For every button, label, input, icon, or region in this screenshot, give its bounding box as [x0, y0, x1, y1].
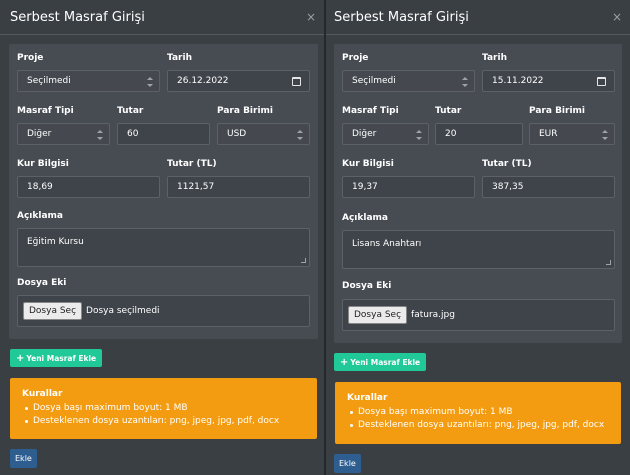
description-value: Eğitim Kursu [27, 237, 84, 247]
file-name: Dosya seçilmedi [86, 306, 160, 316]
rules-title: Kurallar [22, 389, 63, 399]
select-caret-icon [462, 77, 468, 87]
new-expense-button[interactable]: + Yeni Masraf Ekle [334, 353, 427, 371]
rule-item: Dosya başı maximum boyut: 1 MB [25, 402, 317, 415]
resize-grip-icon[interactable] [301, 258, 306, 263]
amount-tl-value: 387,35 [492, 182, 524, 192]
project-label: Proje [17, 53, 44, 63]
select-caret-icon [416, 130, 422, 140]
amount-tl-input[interactable]: 1121,57 [167, 176, 310, 198]
description-textarea[interactable]: Eğitim Kursu [17, 228, 310, 267]
amount-input[interactable]: 20 [435, 123, 523, 145]
attachment-label: Dosya Eki [342, 281, 392, 291]
currency-value: USD [227, 129, 247, 139]
date-label: Tarih [167, 53, 192, 63]
file-input[interactable]: Dosya Seç Dosya seçilmedi [17, 295, 310, 327]
resize-grip-icon[interactable] [606, 260, 611, 265]
new-expense-button-label: Yeni Masraf Ekle [26, 353, 97, 363]
close-icon[interactable]: × [612, 10, 622, 24]
currency-value: EUR [539, 129, 558, 139]
amount-tl-label: Tutar (TL) [482, 159, 532, 169]
project-select-value: Seçilmedi [352, 76, 396, 86]
plus-icon: + [16, 352, 25, 364]
select-caret-icon [297, 130, 303, 140]
modal-title: Serbest Masraf Girişi [10, 9, 145, 25]
amount-value: 20 [445, 129, 457, 139]
plus-icon: + [340, 356, 349, 368]
form-card: Proje Tarih Seçilmedi 15.11.2022 Masraf … [334, 44, 622, 343]
amount-label: Tutar [117, 106, 144, 116]
currency-label: Para Birimi [529, 106, 586, 116]
amount-tl-value: 1121,57 [177, 182, 215, 192]
screen: Serbest Masraf Girişi × Proje Tarih Seçi… [0, 0, 630, 475]
project-select[interactable]: Seçilmedi [17, 70, 160, 92]
rule-item: Desteklenen dosya uzantıları: png, jpeg,… [25, 415, 317, 428]
rules-alert: Kurallar Dosya başı maximum boyut: 1 MB … [10, 378, 317, 439]
rule-item: Dosya başı maximum boyut: 1 MB [350, 406, 621, 419]
rules-list: Dosya başı maximum boyut: 1 MB Desteklen… [347, 406, 621, 432]
exchange-rate-input[interactable]: 18,69 [17, 176, 160, 198]
amount-label: Tutar [435, 106, 462, 116]
file-input[interactable]: Dosya Seç fatura.jpg [342, 299, 615, 331]
description-textarea[interactable]: Lisans Anahtarı [342, 230, 615, 269]
add-button[interactable]: Ekle [334, 454, 361, 473]
project-select-value: Seçilmedi [27, 76, 71, 86]
expense-type-label: Masraf Tipi [17, 106, 74, 116]
modal-title: Serbest Masraf Girişi [334, 9, 469, 25]
rules-list: Dosya başı maximum boyut: 1 MB Desteklen… [22, 402, 317, 428]
expense-modal-left: Serbest Masraf Girişi × Proje Tarih Seçi… [0, 0, 326, 475]
expense-type-select[interactable]: Diğer [342, 123, 429, 145]
select-caret-icon [147, 77, 153, 87]
date-input[interactable]: 15.11.2022 [482, 70, 615, 92]
currency-label: Para Birimi [217, 106, 274, 116]
calendar-icon[interactable] [597, 77, 606, 86]
currency-select[interactable]: USD [217, 123, 310, 145]
exchange-rate-label: Kur Bilgisi [17, 159, 69, 169]
form-card: Proje Tarih Seçilmedi 26.12.2022 Masraf … [9, 44, 318, 339]
exchange-rate-input[interactable]: 19,37 [342, 176, 475, 198]
date-value: 15.11.2022 [492, 76, 544, 86]
expense-type-select[interactable]: Diğer [17, 123, 110, 145]
description-label: Açıklama [342, 213, 388, 223]
project-select[interactable]: Seçilmedi [342, 70, 475, 92]
select-caret-icon [602, 130, 608, 140]
new-expense-button-label: Yeni Masraf Ekle [350, 357, 421, 367]
amount-value: 60 [127, 129, 139, 139]
select-caret-icon [97, 130, 103, 140]
attachment-label: Dosya Eki [17, 278, 67, 288]
description-label: Açıklama [17, 211, 63, 221]
exchange-rate-value: 18,69 [27, 182, 53, 192]
rules-title: Kurallar [347, 393, 388, 403]
modal-header: Serbest Masraf Girişi × [326, 0, 630, 35]
expense-type-value: Diğer [27, 129, 52, 139]
file-name: fatura.jpg [411, 310, 455, 320]
add-button[interactable]: Ekle [10, 449, 37, 468]
date-label: Tarih [482, 53, 507, 63]
rules-alert: Kurallar Dosya başı maximum boyut: 1 MB … [335, 382, 621, 444]
exchange-rate-value: 19,37 [352, 182, 378, 192]
description-value: Lisans Anahtarı [352, 239, 422, 249]
expense-type-value: Diğer [352, 129, 377, 139]
choose-file-button[interactable]: Dosya Seç [23, 302, 83, 320]
date-input[interactable]: 26.12.2022 [167, 70, 310, 92]
amount-tl-input[interactable]: 387,35 [482, 176, 615, 198]
currency-select[interactable]: EUR [529, 123, 615, 145]
new-expense-button[interactable]: + Yeni Masraf Ekle [10, 349, 103, 367]
close-icon[interactable]: × [306, 10, 316, 24]
project-label: Proje [342, 53, 369, 63]
calendar-icon[interactable] [292, 77, 301, 86]
choose-file-button[interactable]: Dosya Seç [348, 306, 408, 324]
amount-tl-label: Tutar (TL) [167, 159, 217, 169]
amount-input[interactable]: 60 [117, 123, 210, 145]
date-value: 26.12.2022 [177, 76, 229, 86]
modal-header: Serbest Masraf Girişi × [0, 0, 324, 35]
rule-item: Desteklenen dosya uzantıları: png, jpeg,… [350, 419, 621, 432]
expense-modal-right: Serbest Masraf Girişi × Proje Tarih Seçi… [326, 0, 630, 475]
expense-type-label: Masraf Tipi [342, 106, 399, 116]
exchange-rate-label: Kur Bilgisi [342, 159, 394, 169]
